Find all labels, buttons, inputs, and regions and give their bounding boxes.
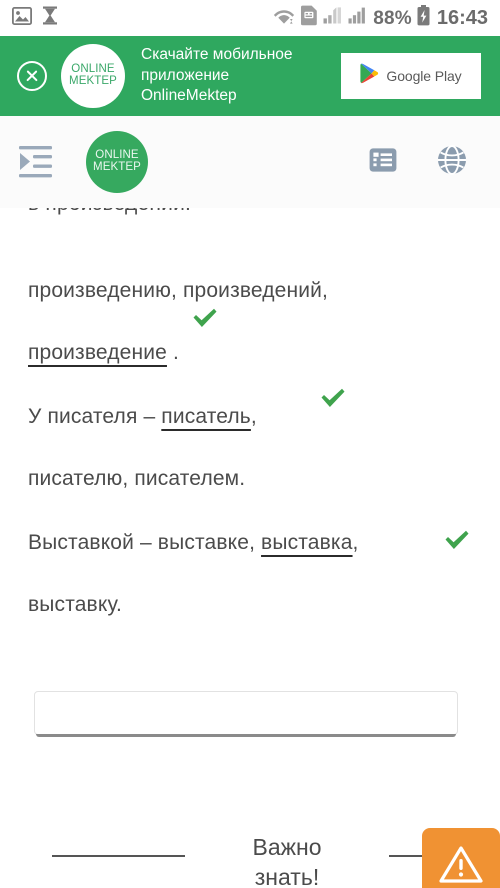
paragraph-2-lead: У писателя –: [28, 405, 162, 428]
paragraph-3-tail: выставку.: [28, 593, 122, 616]
divider-left: [52, 855, 185, 857]
warning-triangle-icon: [438, 844, 484, 888]
clipped-text-line: в произведении.: [28, 208, 468, 216]
important-section: Важно знать!: [0, 808, 500, 888]
green-check-icon: [320, 388, 346, 408]
paragraph-1-text: произведению, произведений,: [28, 279, 329, 302]
app-header: ONLINE MEKTEP: [0, 116, 500, 208]
answer-input[interactable]: [34, 691, 458, 737]
green-check-icon: [444, 530, 470, 550]
sim-card-icon: [300, 5, 318, 31]
paragraph-2-tail: писателю, писателем.: [28, 467, 246, 490]
format-indent-icon[interactable]: [18, 143, 58, 181]
paragraph-2-answer: писатель: [161, 405, 251, 428]
important-title-line1: Важно: [252, 834, 322, 860]
answer-paragraph-1: произведению, произведений, произведение…: [28, 260, 474, 384]
status-bar: 88% 16:43: [0, 0, 500, 36]
green-check-icon: [192, 308, 218, 328]
app-logo[interactable]: ONLINE MEKTEP: [86, 131, 148, 193]
google-play-icon: [360, 63, 379, 89]
wifi-icon: [273, 6, 295, 30]
paragraph-3-lead: Выставкой – выставке,: [28, 531, 262, 554]
list-view-icon[interactable]: [368, 145, 398, 180]
ad-banner-text: Скачайте мобильное приложение OnlineMekt…: [141, 46, 293, 105]
lesson-content: в произведении. произведению, произведен…: [0, 208, 500, 888]
warning-badge[interactable]: [422, 828, 500, 888]
paragraph-1-answer: произведение: [28, 341, 167, 364]
ad-banner-logo: ONLINE MEKTEP: [61, 44, 125, 108]
status-bar-left-icons: [11, 6, 58, 30]
ad-banner[interactable]: ONLINE MEKTEP Скачайте мобильное приложе…: [0, 36, 500, 116]
hourglass-icon: [42, 6, 58, 30]
paragraph-3-punct: ,: [352, 531, 359, 554]
signal-1-icon: [323, 7, 343, 29]
paragraph-1-punct: .: [166, 341, 179, 364]
important-title: Важно знать!: [227, 832, 347, 888]
image-icon: [11, 6, 33, 30]
app-logo-line2: MEKTEP: [93, 161, 141, 173]
app-header-actions: [368, 144, 468, 181]
ad-logo-line2: MEKTEP: [69, 75, 117, 87]
battery-percent-label: 88%: [373, 7, 412, 29]
battery-charging-icon: [417, 5, 430, 31]
google-play-button[interactable]: Google Play: [341, 53, 481, 99]
status-bar-right-icons: 88% 16:43: [273, 5, 488, 31]
close-circle-icon[interactable]: [17, 61, 47, 91]
answer-paragraph-2: У писателя – писатель, писателю, писател…: [28, 386, 474, 510]
clock-label: 16:43: [436, 7, 488, 29]
google-play-label: Google Play: [386, 68, 462, 84]
answer-paragraph-3: Выставкой – выставке, выставка, выставку…: [28, 512, 474, 636]
paragraph-2-punct: ,: [250, 405, 257, 428]
important-title-line2: знать!: [254, 864, 320, 888]
paragraph-3-answer: выставка: [261, 531, 353, 554]
globe-icon[interactable]: [436, 144, 468, 181]
app-root: 88% 16:43 ONLINE MEKTEP Скачайте мобильн…: [0, 0, 500, 888]
signal-2-icon: [348, 7, 368, 29]
